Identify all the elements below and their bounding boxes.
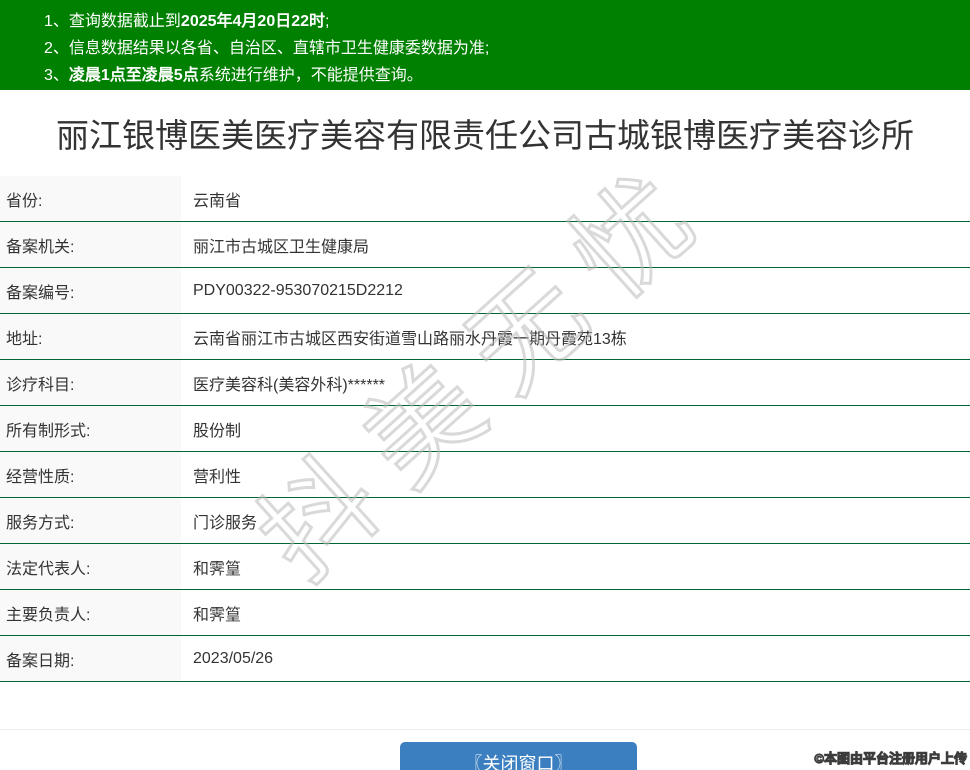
notice-line-3: 3、凌晨1点至凌晨5点系统进行维护，不能提供查询。 [44, 62, 960, 89]
row-label: 备案机关: [0, 222, 181, 267]
table-row-service-mode: 服务方式: 门诊服务 [0, 498, 970, 544]
table-row-record-authority: 备案机关: 丽江市古城区卫生健康局 [0, 222, 970, 268]
row-value: 门诊服务 [181, 498, 970, 543]
notice-3-number: 3、 [44, 67, 69, 84]
row-label: 所有制形式: [0, 406, 181, 451]
row-value: 营利性 [181, 452, 970, 497]
row-value: 医疗美容科(美容外科)****** [181, 360, 970, 405]
row-label: 服务方式: [0, 498, 181, 543]
row-label: 备案编号: [0, 268, 181, 313]
notice-1-number: 1、 [44, 13, 69, 30]
record-info-table: 省份: 云南省 备案机关: 丽江市古城区卫生健康局 备案编号: PDY00322… [0, 176, 970, 682]
notice-bar: 1、查询数据截止到2025年4月20日22时; 2、信息数据结果以各省、自治区、… [0, 0, 970, 90]
table-row-principal-person: 主要负责人: 和霁篁 [0, 590, 970, 636]
row-label: 省份: [0, 176, 181, 221]
notice-1-tail: ; [325, 13, 329, 30]
notice-1-text: 查询数据截止到 [69, 13, 181, 30]
footer-divider [0, 729, 970, 730]
notice-3-bold: 凌晨1点至凌晨5点 [69, 67, 199, 84]
table-row-province: 省份: 云南省 [0, 176, 970, 222]
table-row-operating-nature: 经营性质: 营利性 [0, 452, 970, 498]
title-wrap: 丽江银博医美医疗美容有限责任公司古城银博医疗美容诊所 [0, 90, 970, 176]
table-row-ownership-form: 所有制形式: 股份制 [0, 406, 970, 452]
row-value: 和霁篁 [181, 544, 970, 589]
notice-line-2: 2、信息数据结果以各省、自治区、直辖市卫生健康委数据为准; [44, 35, 960, 62]
page-title: 丽江银博医美医疗美容有限责任公司古城银博医疗美容诊所 [56, 109, 914, 157]
table-row-address: 地址: 云南省丽江市古城区西安街道雪山路丽水丹霞一期丹霞苑13栋 [0, 314, 970, 360]
notice-2-text: 信息数据结果以各省、自治区、直辖市卫生健康委数据为准; [69, 40, 489, 57]
row-value: 和霁篁 [181, 590, 970, 635]
notice-line-1: 1、查询数据截止到2025年4月20日22时; [44, 8, 960, 35]
row-value: 2023/05/26 [181, 636, 970, 681]
upload-credit-watermark: ©本图由平台注册用户上传 [814, 748, 967, 767]
notice-2-number: 2、 [44, 40, 69, 57]
table-row-treatment-subjects: 诊疗科目: 医疗美容科(美容外科)****** [0, 360, 970, 406]
notice-1-bold: 2025年4月20日22时 [181, 13, 325, 30]
row-label: 主要负责人: [0, 590, 181, 635]
table-row-record-date: 备案日期: 2023/05/26 [0, 636, 970, 682]
row-value: 股份制 [181, 406, 970, 451]
row-value: 云南省丽江市古城区西安街道雪山路丽水丹霞一期丹霞苑13栋 [181, 314, 970, 359]
row-label: 经营性质: [0, 452, 181, 497]
row-label: 地址: [0, 314, 181, 359]
table-row-record-number: 备案编号: PDY00322-953070215D2212 [0, 268, 970, 314]
row-value: PDY00322-953070215D2212 [181, 268, 970, 313]
table-row-legal-representative: 法定代表人: 和霁篁 [0, 544, 970, 590]
notice-3-tail: 系统进行维护，不能提供查询。 [199, 67, 423, 84]
close-window-button[interactable]: 〖关闭窗口〗 [400, 742, 637, 770]
row-label: 备案日期: [0, 636, 181, 681]
row-label: 诊疗科目: [0, 360, 181, 405]
row-label: 法定代表人: [0, 544, 181, 589]
row-value: 丽江市古城区卫生健康局 [181, 222, 970, 267]
row-value: 云南省 [181, 176, 970, 221]
